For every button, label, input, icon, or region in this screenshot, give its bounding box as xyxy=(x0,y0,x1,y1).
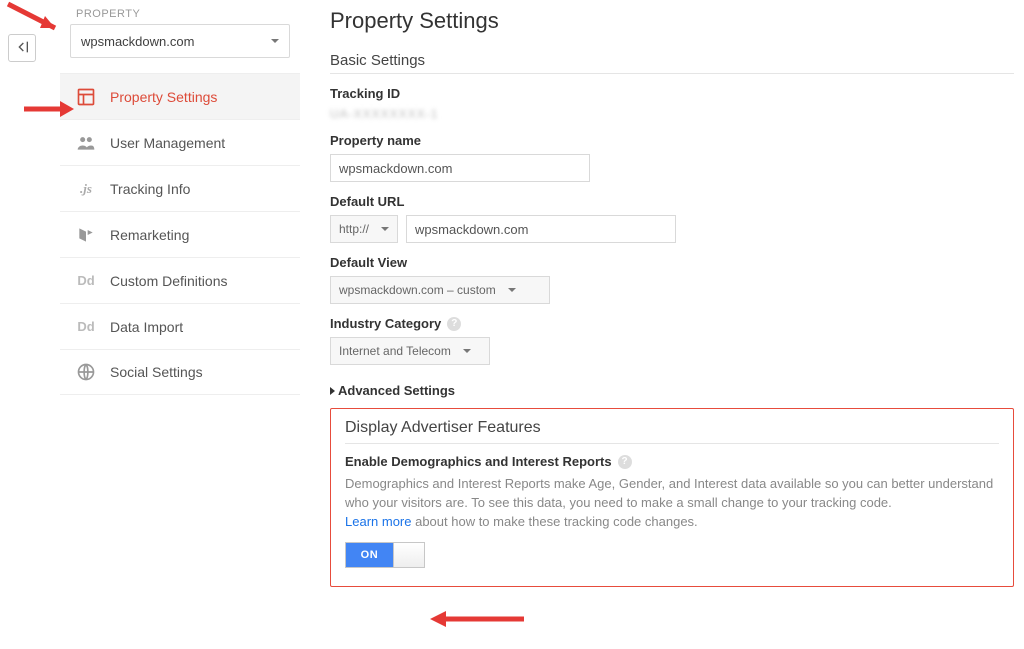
sidebar-item-label: User Management xyxy=(110,135,225,151)
property-selector[interactable]: wpsmackdown.com xyxy=(70,24,290,58)
sidebar-item-user-management[interactable]: User Management xyxy=(60,119,300,165)
sidebar-item-social-settings[interactable]: Social Settings xyxy=(60,349,300,395)
property-group-label: PROPERTY xyxy=(76,8,300,20)
enable-demo-heading: Enable Demographics and Interest Reports… xyxy=(345,454,999,469)
chevron-down-icon xyxy=(508,288,516,292)
sidebar-item-label: Remarketing xyxy=(110,227,189,243)
chevron-down-icon xyxy=(463,349,471,353)
help-icon[interactable]: ? xyxy=(447,317,461,331)
default-view-value: wpsmackdown.com – custom xyxy=(339,283,496,297)
sidebar-item-property-settings[interactable]: Property Settings xyxy=(60,73,300,119)
learn-more-link[interactable]: Learn more xyxy=(345,514,411,529)
back-button[interactable] xyxy=(8,34,36,62)
demographics-toggle[interactable]: ON xyxy=(345,542,425,568)
sidebar-item-label: Social Settings xyxy=(110,364,203,380)
basic-settings-heading: Basic Settings xyxy=(330,52,1014,74)
default-url-field: Default URL http:// xyxy=(330,194,1014,243)
sidebar-item-data-import[interactable]: Dd Data Import xyxy=(60,303,300,349)
industry-value: Internet and Telecom xyxy=(339,344,451,358)
default-url-input[interactable] xyxy=(406,215,676,243)
sidebar: PROPERTY wpsmackdown.com Property Settin… xyxy=(60,0,300,649)
users-icon xyxy=(76,133,96,153)
property-name-label: Property name xyxy=(330,133,1014,148)
sidebar-item-label: Property Settings xyxy=(110,89,217,105)
js-icon: .js xyxy=(76,179,96,199)
property-name-input[interactable] xyxy=(330,154,590,182)
sidebar-item-custom-definitions[interactable]: Dd Custom Definitions xyxy=(60,257,300,303)
sidebar-item-remarketing[interactable]: Remarketing xyxy=(60,211,300,257)
chevron-down-icon xyxy=(381,227,389,231)
industry-select[interactable]: Internet and Telecom xyxy=(330,337,490,365)
remarketing-icon xyxy=(76,225,96,245)
content: Property Settings Basic Settings Trackin… xyxy=(330,0,1014,587)
chevron-down-icon xyxy=(271,39,279,43)
advanced-settings-label: Advanced Settings xyxy=(338,383,455,398)
tracking-id-value: UA-XXXXXXXX-1 xyxy=(330,107,1014,121)
sidebar-item-label: Tracking Info xyxy=(110,181,190,197)
toggle-knob xyxy=(393,543,424,567)
dd-icon: Dd xyxy=(76,317,96,337)
url-scheme-value: http:// xyxy=(339,222,369,236)
property-name-field: Property name xyxy=(330,133,1014,182)
default-view-select[interactable]: wpsmackdown.com – custom xyxy=(330,276,550,304)
layout-icon xyxy=(76,87,96,107)
toggle-on-label: ON xyxy=(346,543,393,567)
back-arrow-icon xyxy=(14,39,30,58)
globe-icon xyxy=(76,362,96,382)
default-url-label: Default URL xyxy=(330,194,1014,209)
tracking-id-label: Tracking ID xyxy=(330,86,1014,101)
tracking-id-field: Tracking ID UA-XXXXXXXX-1 xyxy=(330,86,1014,121)
advanced-settings-toggle[interactable]: Advanced Settings xyxy=(330,383,1014,398)
annotation-arrow-3 xyxy=(424,605,534,638)
url-scheme-select[interactable]: http:// xyxy=(330,215,398,243)
sidebar-item-label: Data Import xyxy=(110,319,183,335)
help-icon[interactable]: ? xyxy=(618,455,632,469)
property-selector-value: wpsmackdown.com xyxy=(81,34,271,49)
sidebar-item-label: Custom Definitions xyxy=(110,273,228,289)
display-advertiser-features-box: Display Advertiser Features Enable Demog… xyxy=(330,408,1014,587)
sidebar-item-tracking-info[interactable]: .js Tracking Info xyxy=(60,165,300,211)
triangle-right-icon xyxy=(330,387,335,395)
dd-icon: Dd xyxy=(76,271,96,291)
default-view-label: Default View xyxy=(330,255,1014,270)
daf-description: Demographics and Interest Reports make A… xyxy=(345,475,999,532)
default-view-field: Default View wpsmackdown.com – custom xyxy=(330,255,1014,304)
industry-label: Industry Category ? xyxy=(330,316,1014,331)
daf-heading: Display Advertiser Features xyxy=(345,419,999,444)
industry-field: Industry Category ? Internet and Telecom xyxy=(330,316,1014,365)
page-title: Property Settings xyxy=(330,8,1014,34)
